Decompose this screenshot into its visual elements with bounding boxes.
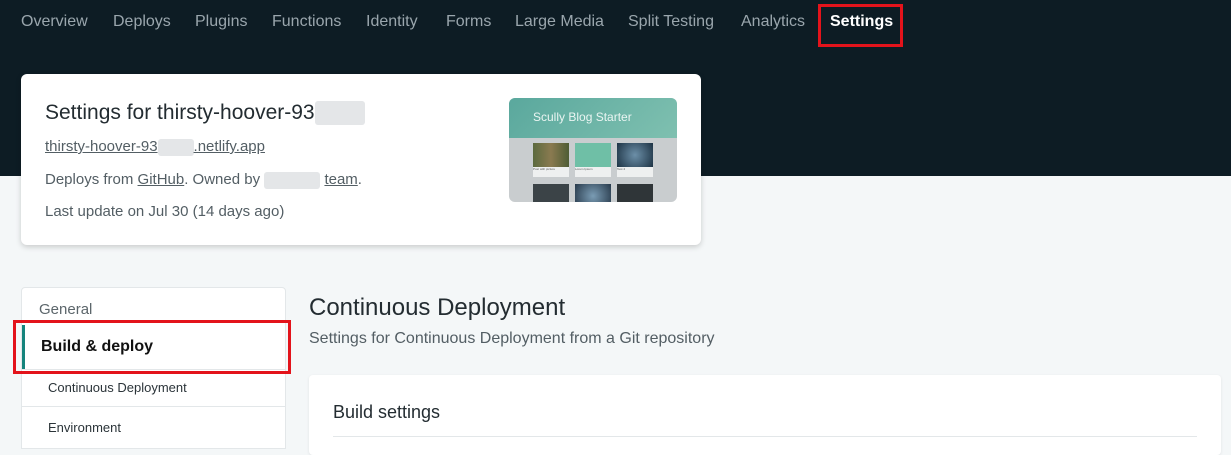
section-subtitle: Settings for Continuous Deployment from … <box>309 330 715 347</box>
preview-caption-2: Lorem Ipsum <box>575 167 611 177</box>
site-url-link[interactable]: thirsty-hoover-93 .netlify.app <box>45 138 265 156</box>
deploy-source-line: Deploys from GitHub. Owned by team. <box>45 171 362 189</box>
redacted-site-id <box>314 101 365 126</box>
site-url: thirsty-hoover-93 .netlify.app <box>45 138 265 156</box>
preview-tile-dark-2 <box>575 184 611 202</box>
redacted-team-name <box>264 171 321 189</box>
site-preview-thumbnail[interactable]: Scully Blog Starter Post with picture Lo… <box>509 98 677 202</box>
site-overview-card: Settings for thirsty-hoover-93 thirsty-h… <box>21 74 701 245</box>
settings-sidebar: General Build & deploy Continuous Deploy… <box>21 287 286 449</box>
tab-functions[interactable]: Functions <box>272 13 341 31</box>
owned-by-label: . Owned by <box>184 171 261 188</box>
github-link[interactable]: GitHub <box>138 171 185 188</box>
site-nav: Overview Deploys Plugins Functions Ident… <box>0 0 1231 46</box>
preview-tile-dark-3 <box>617 184 653 202</box>
tab-plugins[interactable]: Plugins <box>195 13 247 31</box>
sidebar-divider <box>22 406 285 407</box>
tab-split-testing[interactable]: Split Testing <box>628 13 714 31</box>
site-url-suffix: .netlify.app <box>193 138 265 155</box>
tab-analytics[interactable]: Analytics <box>741 13 805 31</box>
preview-title: Scully Blog Starter <box>533 110 632 124</box>
preview-caption-3: Test 4 <box>617 167 653 177</box>
build-settings-panel: Build settings <box>309 375 1221 455</box>
tab-overview[interactable]: Overview <box>21 13 88 31</box>
tab-settings[interactable]: Settings <box>830 13 893 31</box>
team-link[interactable]: team <box>324 171 357 188</box>
section-title: Continuous Deployment <box>309 294 566 321</box>
sidebar-item-build-deploy-label: Build & deploy <box>41 338 153 355</box>
preview-caption-1: Post with picture <box>533 167 569 177</box>
period-text: . <box>357 171 362 188</box>
sidebar-subitem-environment[interactable]: Environment <box>48 420 121 435</box>
tab-large-media[interactable]: Large Media <box>515 13 604 31</box>
tab-identity[interactable]: Identity <box>366 13 418 31</box>
build-settings-title: Build settings <box>333 402 441 422</box>
preview-tile-dark-1 <box>533 184 569 202</box>
sidebar-subitem-continuous-deployment[interactable]: Continuous Deployment <box>48 380 187 395</box>
tab-deploys[interactable]: Deploys <box>113 13 171 31</box>
preview-tile-green <box>575 143 611 167</box>
site-url-prefix: thirsty-hoover-93 <box>45 138 158 155</box>
site-title-text: Settings for thirsty-hoover-93 <box>45 101 315 124</box>
last-update-text: Last update on Jul 30 (14 days ago) <box>45 203 285 220</box>
sidebar-item-general[interactable]: General <box>39 301 92 318</box>
sidebar-item-build-deploy[interactable]: Build & deploy <box>22 325 285 369</box>
preview-header: Scully Blog Starter <box>509 98 677 138</box>
panel-divider <box>333 436 1197 437</box>
deploys-from-label: Deploys from <box>45 171 134 188</box>
tab-forms[interactable]: Forms <box>446 13 491 31</box>
page-title: Settings for thirsty-hoover-93 <box>45 101 365 126</box>
redacted-url-id <box>157 138 194 156</box>
sidebar-divider <box>22 369 285 370</box>
preview-tile-forest <box>533 143 569 167</box>
preview-tile-texture <box>617 143 653 167</box>
